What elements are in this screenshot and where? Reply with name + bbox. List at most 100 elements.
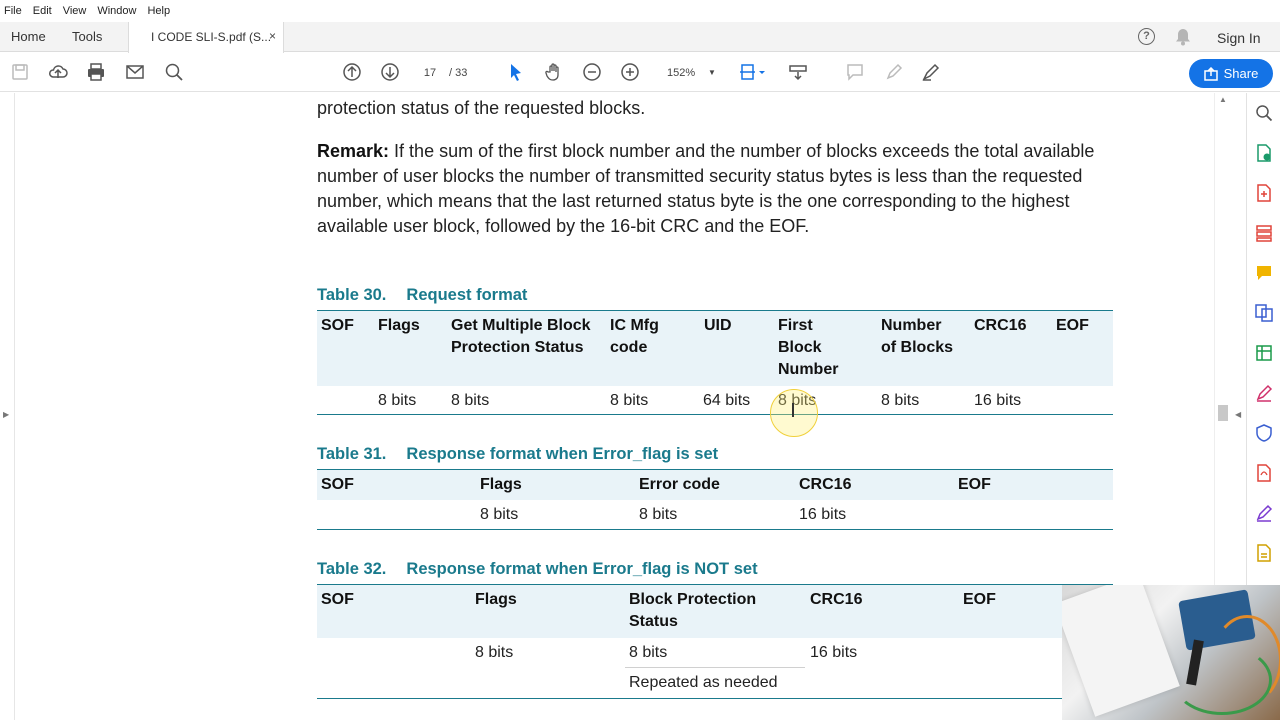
table-cell: 8 bits <box>629 644 668 661</box>
table30-number: Table 30. <box>317 286 387 304</box>
table31-title: Response format when Error_flag is set <box>406 445 719 463</box>
repeat-note: Repeated as needed <box>629 674 778 691</box>
pdf-file-icon[interactable] <box>1255 464 1273 482</box>
webcam-wire <box>1172 645 1272 715</box>
remark-text: If the sum of the first block number and… <box>317 141 1095 236</box>
table-header-row: SOF Flags Get Multiple Block Protection … <box>317 311 1113 386</box>
table-header-cell: EOF <box>963 591 996 608</box>
comment-icon[interactable] <box>845 62 865 82</box>
search-icon[interactable] <box>164 62 184 82</box>
table-header-row: SOF Flags Error code CRC16 EOF <box>317 470 1113 500</box>
menu-edit[interactable]: Edit <box>33 5 52 17</box>
page-number-input[interactable]: 17 <box>413 64 447 82</box>
webcam-paper <box>1062 585 1180 717</box>
upload-cloud-icon[interactable] <box>48 62 68 82</box>
menu-bar: File Edit View Window Help <box>0 0 1280 22</box>
table-header-cell: Block Protection Status <box>629 591 757 630</box>
tab-home[interactable]: Home <box>11 29 46 44</box>
print-icon[interactable] <box>86 62 106 82</box>
menu-help[interactable]: Help <box>147 5 170 17</box>
table-cell: 8 bits <box>451 392 490 409</box>
table30-caption: Table 30. Request format <box>317 286 527 305</box>
scroll-up-icon[interactable]: ▲ <box>1219 95 1227 104</box>
table32: SOF Flags Block Protection Status CRC16 … <box>317 584 1113 699</box>
table-cell: 16 bits <box>974 392 1022 409</box>
menu-view[interactable]: View <box>63 5 87 17</box>
intro-line: protection status of the requested block… <box>317 98 646 118</box>
help-icon[interactable]: ? <box>1138 28 1155 45</box>
table30-title: Request format <box>406 286 528 304</box>
cursor-highlight <box>770 389 818 437</box>
zoom-in-icon[interactable] <box>620 62 640 82</box>
sign-in-link[interactable]: Sign In <box>1217 30 1261 46</box>
table-header-cell: Flags <box>475 591 517 608</box>
zoom-level-value: 152% <box>667 67 696 79</box>
combine-files-icon[interactable] <box>1255 304 1273 322</box>
left-panel-divider <box>14 93 15 720</box>
tab-document-label: I CODE SLI-S.pdf (S... <box>151 30 272 44</box>
more-tools-icon[interactable] <box>1255 544 1273 562</box>
remark-paragraph: Remark: If the sum of the first block nu… <box>317 139 1117 239</box>
menu-window[interactable]: Window <box>97 5 136 17</box>
select-cursor-icon[interactable] <box>506 62 526 82</box>
email-icon[interactable] <box>125 62 145 82</box>
highlight-pen-icon[interactable] <box>884 62 904 82</box>
table-cell: 16 bits <box>810 644 858 661</box>
close-tab-icon[interactable]: × <box>269 29 276 43</box>
remark-label: Remark: <box>317 141 390 161</box>
table-cell: 8 bits <box>639 506 678 523</box>
edit-pen-icon[interactable] <box>1255 504 1273 522</box>
table-header-row: SOF Flags Block Protection Status CRC16 … <box>317 585 1113 638</box>
table32-title: Response format when Error_flag is NOT s… <box>406 560 758 578</box>
hand-tool-icon[interactable] <box>544 62 564 82</box>
previous-page-icon[interactable] <box>342 62 362 82</box>
tab-tools[interactable]: Tools <box>72 29 102 44</box>
bell-icon[interactable] <box>1175 28 1191 51</box>
share-icon <box>1203 66 1218 81</box>
expand-left-panel-icon[interactable]: ▶ <box>3 410 9 419</box>
table32-number: Table 32. <box>317 560 387 578</box>
table32-caption: Table 32. Response format when Error_flag… <box>317 560 758 579</box>
export-pdf-icon[interactable] <box>1255 144 1273 162</box>
table-cell: 64 bits <box>703 392 751 409</box>
table-header-cell: Flags <box>378 317 420 334</box>
table30: SOF Flags Get Multiple Block Protection … <box>317 310 1113 415</box>
table-cell: 8 bits <box>610 392 649 409</box>
create-pdf-icon[interactable] <box>1255 184 1273 202</box>
table-header-cell: Get Multiple Block Protection Status <box>451 317 591 356</box>
sign-pen-icon[interactable] <box>921 62 941 82</box>
webcam-overlay <box>1062 585 1280 720</box>
tab-document[interactable]: I CODE SLI-S.pdf (S... × <box>128 22 284 53</box>
comment-tool-icon[interactable] <box>1255 264 1273 282</box>
document-viewer[interactable]: ▶ protection status of the requested blo… <box>0 93 1246 720</box>
zoom-level-select[interactable]: 152% ▼ <box>660 64 716 82</box>
share-button[interactable]: Share <box>1189 59 1273 88</box>
table-cell: 8 bits <box>378 392 417 409</box>
chevron-down-icon: ▼ <box>708 68 716 77</box>
table31-number: Table 31. <box>317 445 387 463</box>
table-cell: 8 bits <box>881 392 920 409</box>
table-header-cell: UID <box>704 317 732 334</box>
fill-sign-icon[interactable] <box>1255 384 1273 402</box>
table-header-cell: Number of Blocks <box>881 317 954 356</box>
fit-page-icon[interactable] <box>738 62 766 82</box>
table-header-cell: CRC16 <box>799 476 852 493</box>
table-row: 8 bits 8 bits 16 bits Repeated as needed <box>317 638 1113 698</box>
page-total: / 33 <box>449 67 468 79</box>
next-page-icon[interactable] <box>380 62 400 82</box>
organize-pages-icon[interactable] <box>1255 224 1273 242</box>
text-cursor-icon <box>792 403 794 417</box>
zoom-search-icon[interactable] <box>1255 104 1273 122</box>
collapse-right-panel-icon[interactable]: ◀ <box>1235 410 1241 419</box>
zoom-out-icon[interactable] <box>582 62 602 82</box>
menu-file[interactable]: File <box>4 5 22 17</box>
protect-shield-icon[interactable] <box>1255 424 1273 442</box>
table-header-cell: Flags <box>480 476 522 493</box>
scroll-mode-icon[interactable] <box>788 62 808 82</box>
save-icon[interactable] <box>10 62 30 82</box>
tab-bar: Home Tools I CODE SLI-S.pdf (S... × ? Si… <box>0 22 1280 53</box>
table-header-cell: SOF <box>321 317 354 334</box>
scroll-thumb[interactable] <box>1218 405 1228 421</box>
export-excel-icon[interactable] <box>1255 344 1273 362</box>
table-header-cell: SOF <box>321 476 354 493</box>
